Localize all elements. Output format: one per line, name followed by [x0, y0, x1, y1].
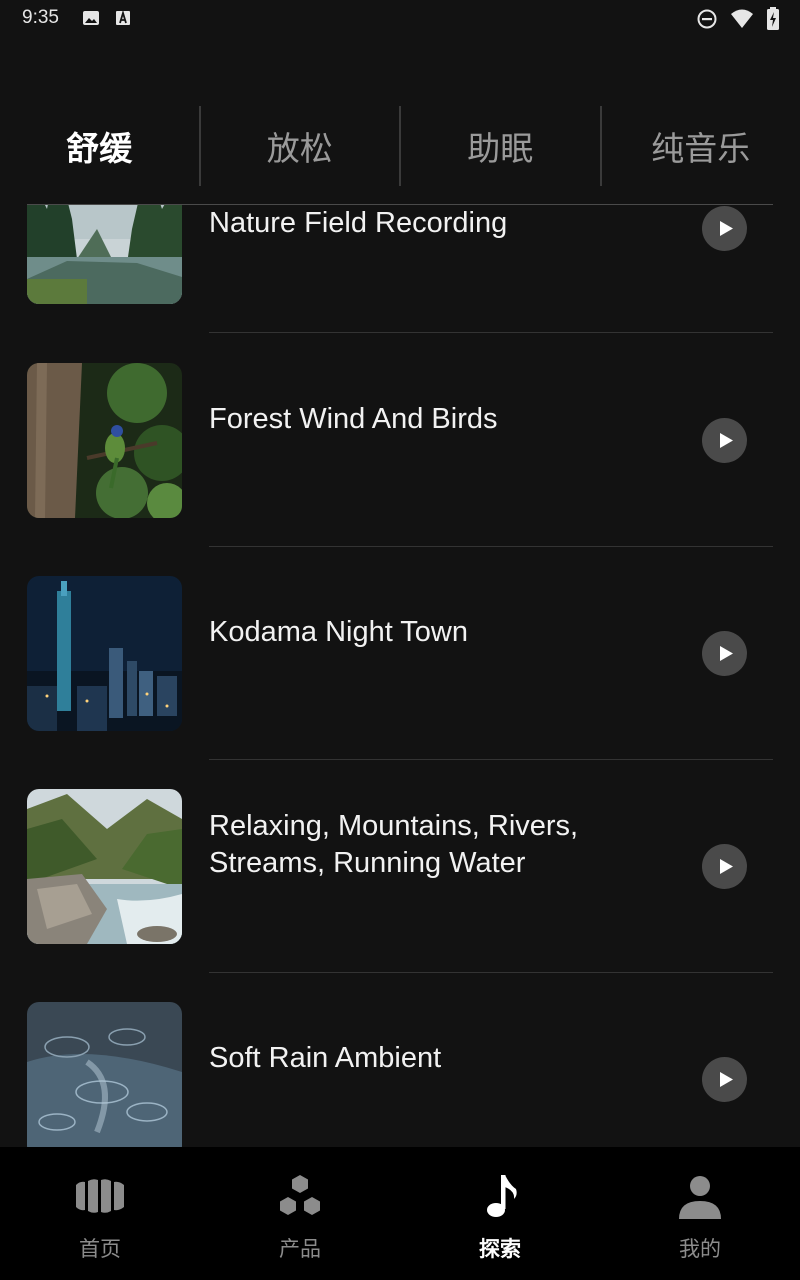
track-title: Kodama Night Town: [209, 616, 469, 648]
track-title: Soft Rain Ambient: [209, 1042, 442, 1074]
tab-shuhuan[interactable]: 舒缓: [0, 106, 199, 186]
do-not-disturb-icon: [696, 8, 718, 34]
play-icon: [720, 433, 733, 448]
play-icon: [720, 1072, 733, 1087]
list-item[interactable]: Forest Wind And Birds: [0, 333, 800, 547]
home-shell-icon: [74, 1173, 126, 1221]
status-time: 9:35: [22, 7, 59, 28]
play-icon: [720, 221, 733, 236]
nav-products[interactable]: 产品: [200, 1147, 400, 1280]
track-thumbnail: [27, 205, 182, 304]
status-bar: 9:35: [0, 0, 800, 38]
music-note-icon: [474, 1173, 526, 1221]
list-item[interactable]: Nature Field Recording: [0, 205, 800, 333]
nav-label: 首页: [79, 1237, 121, 1261]
nav-label: 我的: [679, 1237, 721, 1261]
nav-label: 产品: [279, 1237, 321, 1261]
play-button[interactable]: [702, 1057, 747, 1102]
play-button[interactable]: [702, 418, 747, 463]
track-title: Nature Field Recording: [209, 207, 508, 239]
track-title: Forest Wind And Birds: [209, 403, 498, 435]
track-thumbnail: [27, 1002, 182, 1147]
track-list[interactable]: Nature Field Recording Forest Wind And B…: [0, 205, 800, 1147]
play-button[interactable]: [702, 844, 747, 889]
font-icon: [114, 9, 132, 31]
person-icon: [674, 1173, 726, 1221]
nav-label: 探索: [479, 1237, 521, 1261]
play-button[interactable]: [702, 206, 747, 251]
category-tabs: 舒缓 放松 助眠 纯音乐: [0, 106, 800, 186]
play-button[interactable]: [702, 631, 747, 676]
image-icon: [82, 9, 100, 31]
list-item[interactable]: Relaxing, Mountains, Rivers, Streams, Ru…: [0, 759, 800, 973]
play-icon: [720, 859, 733, 874]
nav-explore[interactable]: 探索: [400, 1147, 600, 1280]
track-thumbnail: [27, 789, 182, 944]
tab-fangsong[interactable]: 放松: [201, 106, 400, 186]
app-screen: 9:35 舒缓 放松 助眠 纯音乐 Nature Field Recording…: [0, 0, 800, 1280]
play-icon: [720, 646, 733, 661]
tab-chunyinyue[interactable]: 纯音乐: [602, 106, 800, 186]
hexagons-icon: [274, 1173, 326, 1221]
battery-charging-icon: [766, 7, 780, 35]
track-thumbnail: [27, 576, 182, 731]
track-thumbnail: [27, 363, 182, 518]
bottom-navigation: 首页 产品 探索 我的: [0, 1147, 800, 1280]
wifi-icon: [730, 8, 754, 34]
list-item[interactable]: Soft Rain Ambient: [0, 972, 800, 1147]
tab-zhumian[interactable]: 助眠: [401, 106, 600, 186]
track-title: Relaxing, Mountains, Rivers, Streams, Ru…: [209, 810, 579, 879]
list-item[interactable]: Kodama Night Town: [0, 546, 800, 760]
nav-profile[interactable]: 我的: [600, 1147, 800, 1280]
nav-home[interactable]: 首页: [0, 1147, 200, 1280]
